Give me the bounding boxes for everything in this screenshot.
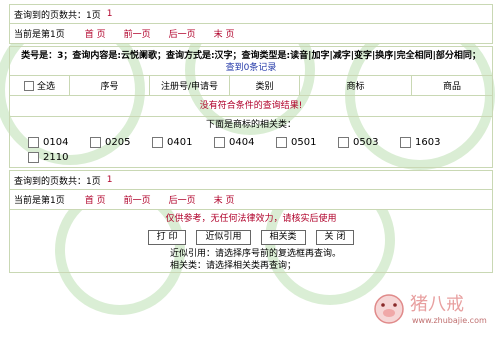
page-total: 1页 [86,176,101,187]
prev-page-link[interactable]: 前一页 [124,193,151,206]
class-code: 0401 [167,137,193,148]
page-count: 1 [106,175,113,185]
next-page-link[interactable]: 后一页 [169,193,196,206]
record-count: 查到0条记录 [225,63,277,73]
col-trademark: 商标 [300,76,412,95]
select-all-checkbox[interactable] [23,80,34,91]
select-all-cell: 全选 [10,76,70,95]
class-code: 0501 [291,137,317,148]
summary-label: 查询到的页数共： [14,10,87,21]
print-button[interactable]: 打 印 [147,230,187,245]
col-serial: 序号 [70,76,150,95]
disclaimer-text: 仅供参考，无任何法律效力，请核实后使用 [165,214,337,224]
logo-text: 猪八戒 [410,294,464,315]
first-page-link[interactable]: 首 页 [85,193,106,206]
related-class-item: 2110 [28,150,90,165]
logo-url: www.zhubajie.com [412,316,487,325]
summary-label: 查询到的页数共： [14,176,87,187]
current-page: 当前是第1页 [14,196,65,206]
related-class-item: 1603 [400,135,462,150]
related-class-item: 0503 [338,135,400,150]
pig-icon [374,294,404,324]
col-category: 类别 [230,76,300,95]
footer-panel: 仅供参考，无任何法律效力，请核实后使用 打 印 近似引用 相关类 关 闭 近似引… [9,210,493,273]
col-goods: 商品 [442,82,461,92]
pagination-bottom: 当前是第1页 首 页 前一页 后一页 末 页 [9,190,493,210]
class-checkbox[interactable] [90,137,101,148]
related-class-button[interactable]: 相关类 [260,230,306,245]
note-similar: 近似引用：请选择序号前的复选框再查询。 [170,249,342,259]
class-code: 0404 [229,137,255,148]
close-button[interactable]: 关 闭 [315,230,355,245]
next-page-link[interactable]: 后一页 [169,27,196,40]
no-result-message: 没有符合条件的查询结果! [10,96,492,117]
page-count: 1 [106,9,113,19]
related-class-item: 0205 [90,135,152,150]
class-code: 0104 [43,137,69,148]
select-all-label: 全选 [36,82,55,92]
related-class-item: 0404 [214,135,276,150]
first-page-link[interactable]: 首 页 [85,27,106,40]
pagination-top: 当前是第1页 首 页 前一页 后一页 末 页 [9,24,493,44]
class-code: 0503 [353,137,379,148]
class-checkbox[interactable] [28,137,39,148]
prev-page-link[interactable]: 前一页 [124,27,151,40]
page-summary-bottom: 查询到的页数共： 1页 1 [9,170,493,190]
class-code: 2110 [43,152,69,163]
class-checkbox[interactable] [28,152,39,163]
query-info: 类号是：3；查询内容是:云悦阑歌；查询方式是:汉字；查询类型是:读音|加字|减字… [21,51,481,61]
table-header: 全选 序号 注册号/申请号 类别 商标 商品 [10,75,492,96]
page-total: 1页 [86,10,101,21]
class-checkbox[interactable] [152,137,163,148]
current-page: 当前是第1页 [14,30,65,40]
results-table: 类号是：3；查询内容是:云悦阑歌；查询方式是:汉字；查询类型是:读音|加字|减字… [9,46,493,168]
related-classes-list: 0104 0205 0401 0404 0501 0503 1603 2110 [10,133,492,167]
class-checkbox[interactable] [276,137,287,148]
similar-cite-button[interactable]: 近似引用 [196,230,251,245]
last-page-link[interactable]: 末 页 [214,27,235,40]
class-checkbox[interactable] [338,137,349,148]
note-related: 相关类：请选择相关类再查询； [170,261,297,271]
col-reg-no: 注册号/申请号 [150,76,230,95]
class-code: 1603 [415,137,441,148]
related-class-item: 0104 [28,135,90,150]
zhubajie-logo: 猪八戒 www.zhubajie.com [372,290,492,332]
class-checkbox[interactable] [400,137,411,148]
related-class-item: 0501 [276,135,338,150]
action-buttons: 打 印 近似引用 相关类 关 闭 [10,228,492,247]
result-page: 查询到的页数共： 1页 1 当前是第1页 首 页 前一页 后一页 末 页 类号是… [9,4,493,273]
help-notes: 近似引用：请选择序号前的复选框再查询。 相关类：请选择相关类再查询； [10,247,492,272]
page-summary-top: 查询到的页数共： 1页 1 [9,4,493,24]
last-page-link[interactable]: 末 页 [214,193,235,206]
class-checkbox[interactable] [214,137,225,148]
related-classes-title: 下面是商标的相关类： [205,120,296,130]
related-class-item: 0401 [152,135,214,150]
class-code: 0205 [105,137,131,148]
